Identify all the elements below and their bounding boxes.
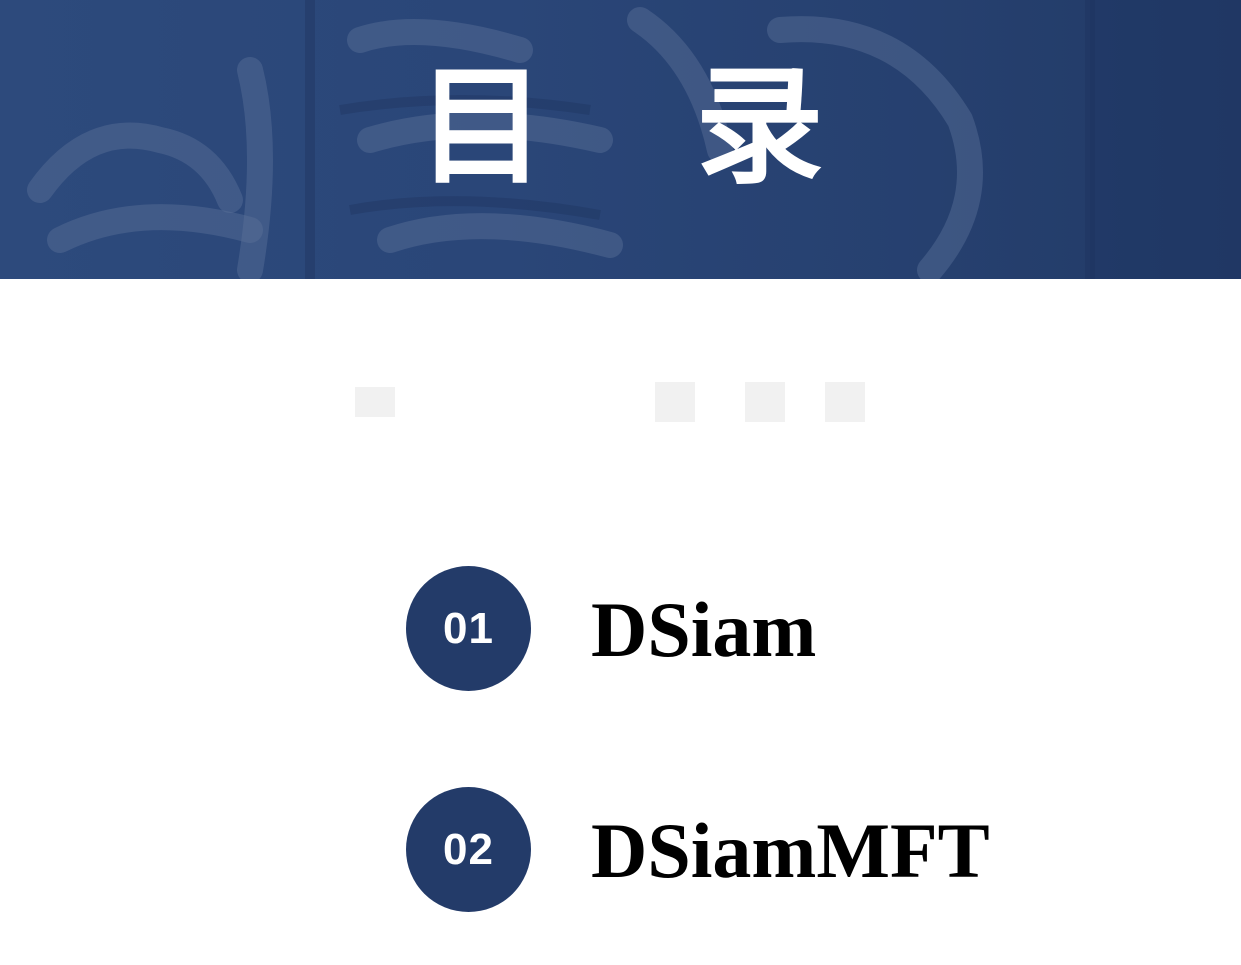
page-title: 目录: [0, 52, 1241, 202]
toc-item-02[interactable]: 02 DSiamMFT: [406, 787, 1026, 913]
title-char-2: 录: [695, 52, 824, 202]
title-char-1: 目: [417, 52, 546, 202]
slide-page: 目录 01 DSiam 02 DSiamMFT: [0, 0, 1241, 965]
toc-number-badge: 02: [406, 787, 531, 912]
toc-item-label: DSiamMFT: [591, 807, 990, 894]
toc-item-label: DSiam: [591, 586, 817, 673]
faint-watermark-shape: [355, 382, 865, 422]
header-banner: 目录: [0, 0, 1241, 279]
toc-number-badge: 01: [406, 566, 531, 691]
toc-item-01[interactable]: 01 DSiam: [406, 566, 1026, 692]
